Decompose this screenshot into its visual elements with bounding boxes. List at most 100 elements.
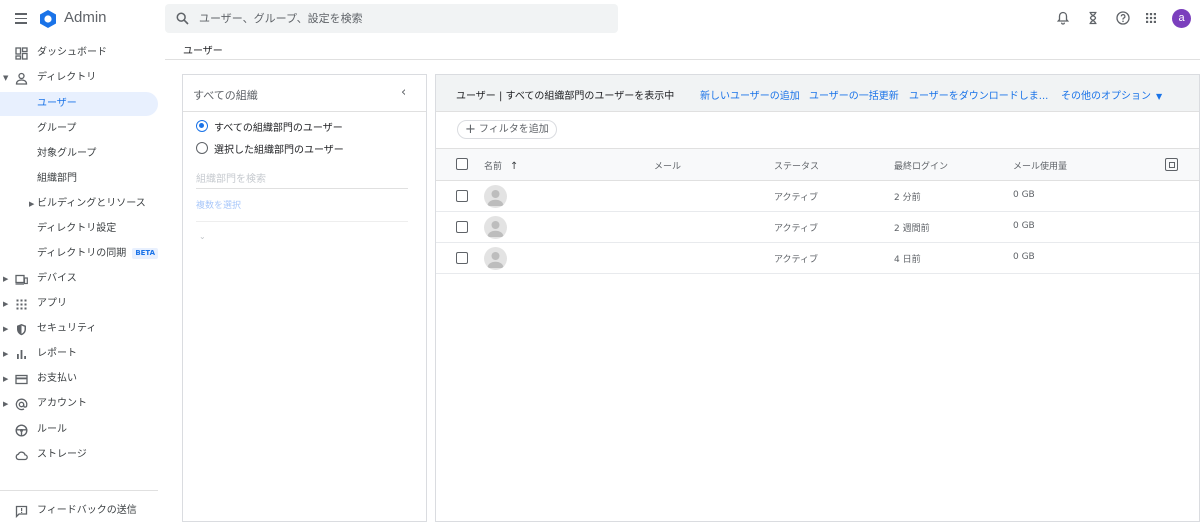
sidebar-item-target-groups[interactable]: 対象グループ [0,142,158,166]
main-menu-icon[interactable] [12,10,30,28]
sidebar-item-label: ストレージ [37,449,87,460]
expand-right-icon: ▶ [3,400,9,408]
select-all-checkbox[interactable] [456,158,468,170]
sidebar-item-security[interactable]: ▶ セキュリティ [0,317,158,341]
sidebar-item-label: グループ [37,123,77,134]
expand-down-icon: ▼ [3,74,9,82]
sidebar-item-label: 組織部門 [37,173,77,184]
column-settings-icon[interactable] [1165,158,1178,171]
add-filter-label: フィルタを追加 [478,124,549,135]
sidebar-item-directory[interactable]: ▼ ディレクトリ [0,66,158,90]
row-checkbox[interactable] [456,252,468,264]
search-input[interactable] [199,4,609,33]
sidebar-item-reports[interactable]: ▶ レポート [0,342,158,366]
expand-right-icon: ▶ [3,375,9,383]
table-row[interactable]: アクティブ 2 週間前 0 GB [436,212,1199,243]
sidebar-item-users[interactable]: ユーザー [0,92,158,116]
sidebar-item-label: お支払い [37,373,77,384]
user-last-login: 2 週間前 [894,224,930,234]
help-icon[interactable] [1115,10,1131,26]
user-status: アクティブ [774,193,819,203]
steering-icon [15,424,28,437]
column-header-last-login[interactable]: 最終ログイン [894,159,948,172]
radio-all-org-units[interactable] [196,120,208,132]
download-users-button[interactable]: ユーザーをダウンロードしま... [909,87,1048,102]
sidebar-item-billing[interactable]: ▶ お支払い [0,367,158,391]
org-unit-panel: すべての組織 ‹ すべての組織部門のユーザー 選択した組織部門のユーザー 複数を… [182,74,427,522]
hourglass-icon[interactable] [1085,10,1101,26]
row-checkbox[interactable] [456,190,468,202]
sidebar-item-label: ビルディングとリソース [37,198,146,209]
sidebar-item-label: アカウント [37,398,87,409]
sidebar-item-label: ディレクトリ [37,72,97,83]
expand-right-icon: ▶ [3,300,9,308]
sidebar-item-buildings[interactable]: ▶ ビルディングとリソース [0,192,158,216]
at-sign-icon [15,398,28,411]
plus-icon: + [465,122,476,137]
chevron-down-icon[interactable]: ⌄ [199,232,206,241]
org-unit-search-input[interactable] [196,171,408,189]
feedback-label: フィードバックの送信 [37,505,137,516]
users-panel-title: ユーザー | すべての組織部門のユーザーを表示中 [456,91,675,102]
table-row[interactable]: アクティブ 2 分前 0 GB [436,181,1199,212]
sidebar-item-label: ユーザー [37,98,77,109]
search-icon [176,12,189,25]
feedback-button[interactable]: フィードバックの送信 [0,499,158,523]
add-filter-button[interactable]: + フィルタを追加 [457,120,557,139]
expand-right-icon: ▶ [29,200,35,208]
search-bar[interactable] [165,4,618,33]
user-email-usage: 0 GB [1013,252,1035,262]
collapse-chevron-icon[interactable]: ‹ [401,85,406,100]
header-divider [165,59,1200,60]
user-last-login: 4 日前 [894,255,921,265]
credit-card-icon [15,374,28,385]
more-options-button[interactable]: その他のオプション ▼ [1061,87,1162,102]
sidebar-item-label: セキュリティ [37,323,97,334]
cloud-icon [15,451,28,461]
org-panel-header: すべての組織 ‹ [183,75,426,112]
sidebar-item-label: アプリ [37,298,67,309]
beta-badge: BETA [132,247,159,259]
column-name-label: 名前 [484,162,503,172]
sidebar-item-org-units[interactable]: 組織部門 [0,167,158,191]
sidebar-item-rules[interactable]: ルール [0,418,158,442]
table-row[interactable]: アクティブ 4 日前 0 GB [436,243,1199,274]
sidebar-item-label: ディレクトリの同期 [37,248,127,259]
sidebar-item-dashboard[interactable]: ダッシュボード [0,41,158,65]
user-avatar [484,216,507,239]
sidebar-item-apps[interactable]: ▶ アプリ [0,292,158,316]
column-header-status[interactable]: ステータス [774,159,819,172]
user-avatar [484,185,507,208]
column-header-email[interactable]: メール [654,159,681,172]
more-options-label: その他のオプション [1061,91,1151,102]
sidebar-item-directory-settings[interactable]: ディレクトリ設定 [0,217,158,241]
sidebar-item-groups[interactable]: グループ [0,117,158,141]
app-name[interactable]: Admin [64,9,107,26]
bulk-update-button[interactable]: ユーザーの一括更新 [809,87,899,102]
column-header-email-usage[interactable]: メール使用量 [1013,159,1067,172]
add-user-button[interactable]: 新しいユーザーの追加 [700,87,800,102]
bell-icon[interactable] [1055,10,1071,26]
sidebar-item-directory-sync[interactable]: ディレクトリの同期 BETA [0,242,159,266]
user-email-usage: 0 GB [1013,190,1035,200]
radio-selected-label: 選択した組織部門のユーザー [214,145,344,156]
sidebar-item-label: デバイス [37,273,77,284]
apps-grid-icon[interactable] [1143,10,1159,26]
feedback-icon [15,505,28,518]
sidebar-item-label: 対象グループ [37,148,97,159]
multi-select-link[interactable]: 複数を選択 [196,198,241,211]
sidebar-item-devices[interactable]: ▶ デバイス [0,267,158,291]
row-checkbox[interactable] [456,221,468,233]
expand-right-icon: ▶ [3,325,9,333]
sidebar-item-label-wrap: ディレクトリの同期 BETA [37,242,159,266]
org-panel-divider [196,221,408,222]
users-table-header: 名前 ↑ メール ステータス 最終ログイン メール使用量 [436,148,1199,181]
sidebar-item-label: ルール [37,424,67,435]
radio-selected-org-units[interactable] [196,142,208,154]
column-header-name[interactable]: 名前 ↑ [484,159,518,172]
sidebar-item-storage[interactable]: ストレージ [0,443,158,467]
org-panel-title: すべての組織 [193,89,258,102]
account-avatar[interactable]: a [1172,9,1191,28]
sort-ascending-icon: ↑ [510,161,519,172]
sidebar-item-account[interactable]: ▶ アカウント [0,392,158,416]
